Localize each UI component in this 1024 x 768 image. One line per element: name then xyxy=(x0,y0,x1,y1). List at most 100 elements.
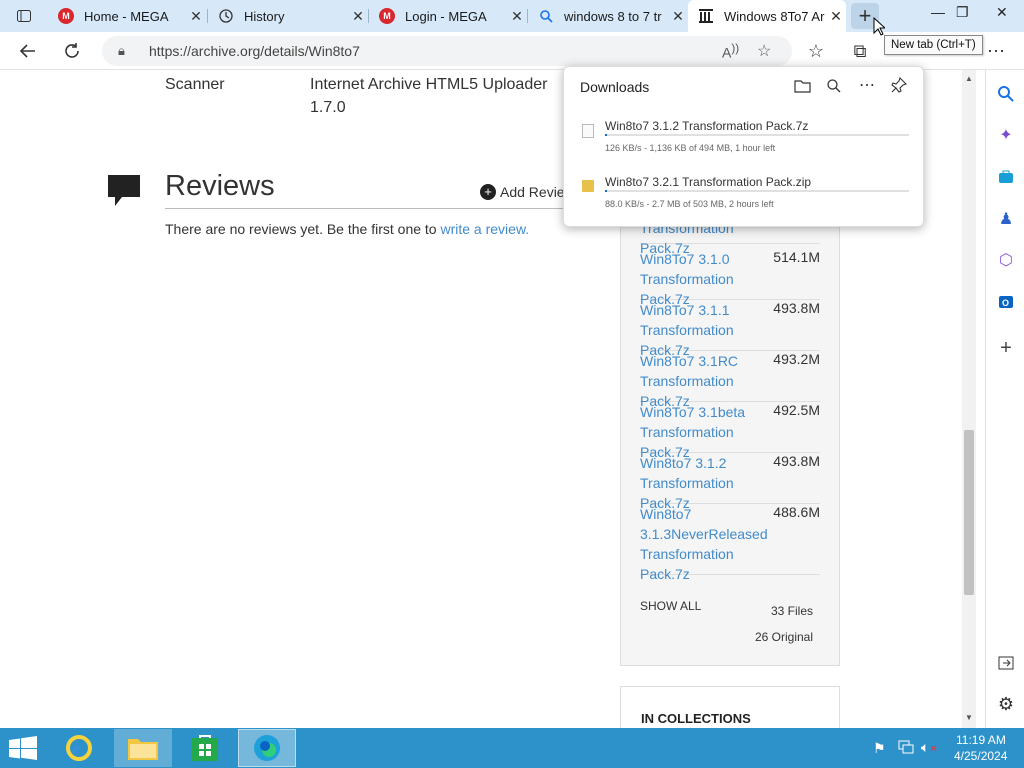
write-review-link[interactable]: write a review. xyxy=(440,221,529,237)
taskbar-file-explorer[interactable] xyxy=(114,729,172,767)
file-row: Win8To7 3.1beta Transformation Pack.7z 49… xyxy=(640,402,820,460)
tab-actions-icon xyxy=(16,8,32,24)
file-size: 514.1M xyxy=(773,249,820,265)
action-center-flag-icon[interactable]: ⚑ xyxy=(873,740,886,757)
zip-file-icon xyxy=(582,180,594,192)
favorites-icon: ☆ xyxy=(807,40,825,61)
taskbar-store[interactable] xyxy=(176,729,234,767)
taskbar-edge[interactable] xyxy=(238,729,296,767)
clock-time[interactable]: 11:19 AM xyxy=(956,733,1006,747)
download-progress xyxy=(605,190,909,192)
read-aloud-icon[interactable]: A)) xyxy=(722,42,739,61)
url-text[interactable]: https://archive.org/details/Win8to7 xyxy=(149,43,360,59)
folder-icon xyxy=(128,739,158,760)
edge-icon xyxy=(254,735,280,761)
mouse-cursor xyxy=(873,16,887,42)
file-size: 488.6M xyxy=(773,504,820,520)
reviews-title: Reviews xyxy=(165,170,275,202)
restore-button[interactable]: ❐ xyxy=(956,4,969,21)
tools-icon[interactable]: ♟ xyxy=(996,209,1016,229)
close-tab-icon[interactable]: ✕ xyxy=(826,8,846,25)
tab-search[interactable]: windows 8 to 7 tr ✕ xyxy=(528,0,688,32)
tab-bar: M Home - MEGA ✕ History ✕ M Login - MEGA… xyxy=(0,0,1024,32)
volume-muted-icon[interactable]: 🔈︎✕ xyxy=(921,739,938,756)
scroll-thumb[interactable] xyxy=(964,430,974,595)
scroll-down-arrow[interactable]: ▼ xyxy=(965,713,973,722)
archive-icon xyxy=(698,8,714,24)
more-icon: ⋯ xyxy=(987,40,1005,61)
scanner-value-line1: Internet Archive HTML5 Uploader xyxy=(310,76,548,93)
add-review-label: Add Revie xyxy=(500,184,565,200)
more-options-icon[interactable]: ⋯ xyxy=(859,75,875,95)
collections-title: IN COLLECTIONS xyxy=(641,711,751,726)
address-bar[interactable]: 🔒︎ https://archive.org/details/Win8to7 A… xyxy=(102,36,792,66)
tab-login-mega[interactable]: M Login - MEGA ✕ xyxy=(369,0,527,32)
add-sidebar-icon[interactable]: + xyxy=(996,337,1016,359)
download-progress xyxy=(605,134,909,136)
store-icon xyxy=(192,735,218,761)
copilot-icon[interactable]: ✦ xyxy=(996,125,1016,145)
sidebar-search-icon[interactable] xyxy=(996,84,1016,104)
plus-icon: + xyxy=(858,3,872,28)
edge-sidebar: ✦ ♟ ⬡ O + ⚙ xyxy=(985,70,1024,728)
pin-icon[interactable] xyxy=(891,76,908,98)
add-review-button[interactable]: + Add Revie xyxy=(480,184,565,200)
tab-history[interactable]: History ✕ xyxy=(208,0,368,32)
download-name: Win8to7 3.1.2 Transformation Pack.7z xyxy=(605,119,809,133)
sidebar-hide-icon[interactable] xyxy=(996,653,1016,673)
file-link[interactable]: Win8to7 3.1.3NeverReleased Transformation … xyxy=(640,504,768,584)
no-reviews-text: There are no reviews yet. Be the first o… xyxy=(165,221,529,237)
file-row: Win8to7 3.1.2 Transformation Pack.7z 493.… xyxy=(640,453,820,511)
tab-archive-active[interactable]: Windows 8To7 Ar ✕ xyxy=(688,0,846,32)
favorite-add-icon[interactable]: ☆ xyxy=(757,41,771,61)
download-status: 126 KB/s - 1,136 KB of 494 MB, 1 hour le… xyxy=(605,143,776,153)
scanner-value-line2: 1.7.0 xyxy=(310,99,346,116)
downloads-panel: Downloads ⋯ Win8to7 3.1.2 Transformation… xyxy=(563,66,924,227)
new-tab-tooltip: New tab (Ctrl+T) xyxy=(884,35,983,55)
settings-gear-icon[interactable]: ⚙ xyxy=(996,694,1016,714)
favorites-button[interactable]: ☆ xyxy=(806,41,826,61)
file-row: Win8To7 3.1RC Transformation Pack.7z 493.… xyxy=(640,351,820,409)
network-icon[interactable] xyxy=(898,740,914,759)
taskbar-ie[interactable]: e xyxy=(50,729,108,767)
close-tab-icon[interactable]: ✕ xyxy=(348,8,368,25)
collections-button[interactable]: ⧉ xyxy=(850,41,870,61)
games-icon[interactable]: ⬡ xyxy=(996,250,1016,270)
vertical-scrollbar[interactable]: ▲ ▼ xyxy=(962,70,976,728)
close-tab-icon[interactable]: ✕ xyxy=(668,8,688,25)
search-icon xyxy=(538,8,554,24)
lock-icon[interactable]: 🔒︎ xyxy=(118,43,125,59)
tab-home-mega[interactable]: M Home - MEGA ✕ xyxy=(48,0,206,32)
svg-text:e: e xyxy=(72,738,80,758)
browser-toolbar: 🔒︎ https://archive.org/details/Win8to7 A… xyxy=(0,32,1024,70)
clock-date[interactable]: 4/25/2024 xyxy=(954,749,1007,763)
minimize-button[interactable]: — xyxy=(931,4,945,20)
refresh-button[interactable] xyxy=(62,41,82,61)
downloads-title: Downloads xyxy=(580,79,650,95)
open-folder-icon[interactable] xyxy=(794,79,811,98)
close-window-button[interactable]: ✕ xyxy=(996,4,1008,21)
file-row: Win8To7 3.1.0 Transformation Pack.7z 514.… xyxy=(640,249,820,307)
original-count: 26 Original xyxy=(754,630,813,644)
shopping-icon[interactable] xyxy=(996,167,1016,187)
more-menu-button[interactable]: ⋯ xyxy=(986,41,1006,61)
back-button[interactable] xyxy=(18,41,38,61)
start-button[interactable] xyxy=(8,736,38,765)
tab-title: Home - MEGA xyxy=(84,8,169,24)
file-row: Win8to7 3.1.3NeverReleased Transformation … xyxy=(640,504,820,582)
back-arrow-icon xyxy=(19,44,35,58)
close-tab-icon[interactable]: ✕ xyxy=(186,8,206,25)
tab-title: Login - MEGA xyxy=(405,8,487,24)
search-downloads-icon[interactable] xyxy=(826,78,842,99)
show-all-link[interactable]: SHOW ALL xyxy=(640,599,701,613)
scroll-up-arrow[interactable]: ▲ xyxy=(965,74,973,83)
tab-actions-menu[interactable] xyxy=(8,0,40,32)
collections-box: IN COLLECTIONS xyxy=(620,686,840,728)
close-tab-icon[interactable]: ✕ xyxy=(507,8,527,25)
outlook-icon[interactable]: O xyxy=(996,292,1016,312)
download-name: Win8to7 3.2.1 Transformation Pack.zip xyxy=(605,175,812,189)
mega-icon: M xyxy=(379,8,395,24)
history-icon xyxy=(218,8,234,24)
no-reviews-message: There are no reviews yet. Be the first o… xyxy=(165,221,441,237)
tab-title: windows 8 to 7 tr xyxy=(564,8,662,24)
